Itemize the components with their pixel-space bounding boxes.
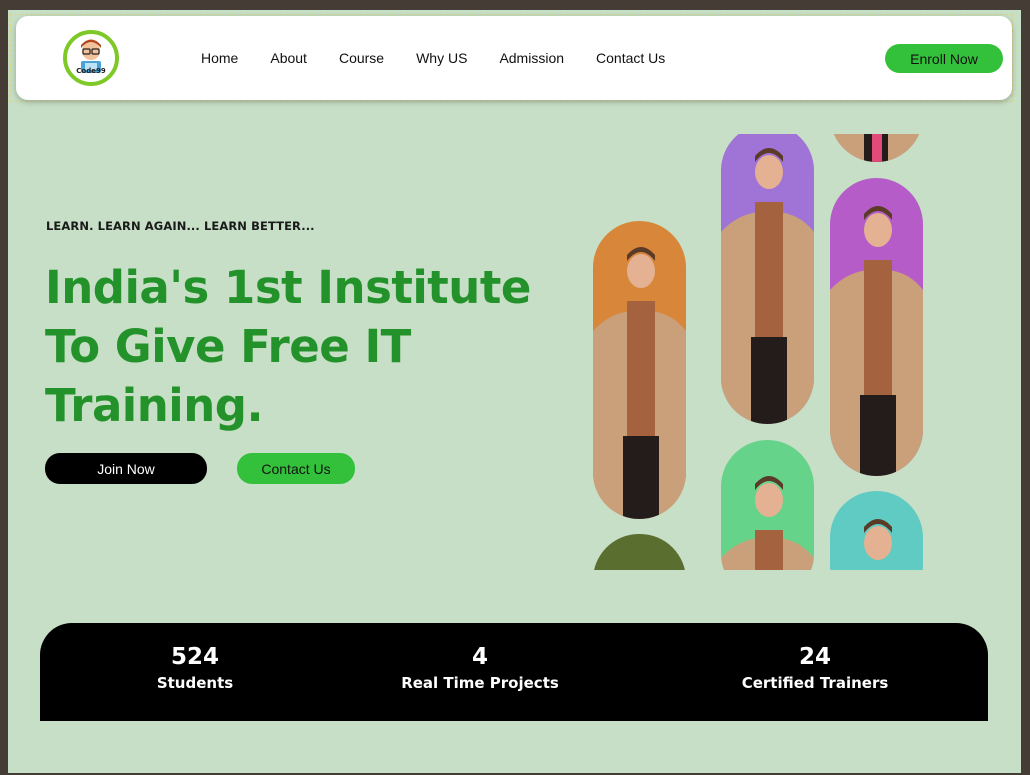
nav-course[interactable]: Course [339,50,384,67]
stat-value: 524 [170,644,219,670]
nav-admission[interactable]: Admission [499,50,564,67]
nav-why-us[interactable]: Why US [416,50,467,67]
gallery-photo-teal [830,491,923,570]
stat-value: 24 [798,644,831,670]
stat-label: Students [156,674,234,692]
gallery-photo-orange [593,221,686,519]
gallery-photo-green [721,440,814,570]
enroll-now-button[interactable]: Enroll Now [885,44,1003,73]
contact-us-button[interactable]: Contact Us [237,453,355,484]
nav-about[interactable]: About [270,50,307,67]
stat-value: 4 [471,644,488,670]
nav-links: Home About Course Why US Admission Conta… [201,50,697,67]
stat-label: Real Time Projects [401,674,559,692]
stat-trainers: 24 Certified Trainers [719,643,911,693]
logo-text: Code99 [76,67,106,75]
stats-bar: 524 Students 4 Real Time Projects 24 Cer… [40,623,988,721]
nav-contact-us[interactable]: Contact Us [596,50,665,67]
hero-tagline: LEARN. LEARN AGAIN... LEARN BETTER... [46,219,315,233]
gallery-photo-pink [830,134,923,162]
stat-students: 524 Students [115,643,275,693]
nav-home[interactable]: Home [201,50,238,67]
join-now-button[interactable]: Join Now [45,453,207,484]
navbar: Code99 Home About Course Why US Admissio… [16,16,1012,100]
stat-label: Certified Trainers [741,674,889,692]
stat-projects: 4 Real Time Projects [389,643,571,693]
gallery-photo-olive [593,534,686,570]
gallery-photo-purple [721,134,814,424]
page: Code99 Home About Course Why US Admissio… [8,10,1021,773]
hero-gallery [593,134,933,570]
hero-headline: India's 1st Institute To Give Free IT Tr… [45,261,531,432]
gallery-photo-magenta [830,178,923,476]
logo[interactable]: Code99 [63,30,119,86]
